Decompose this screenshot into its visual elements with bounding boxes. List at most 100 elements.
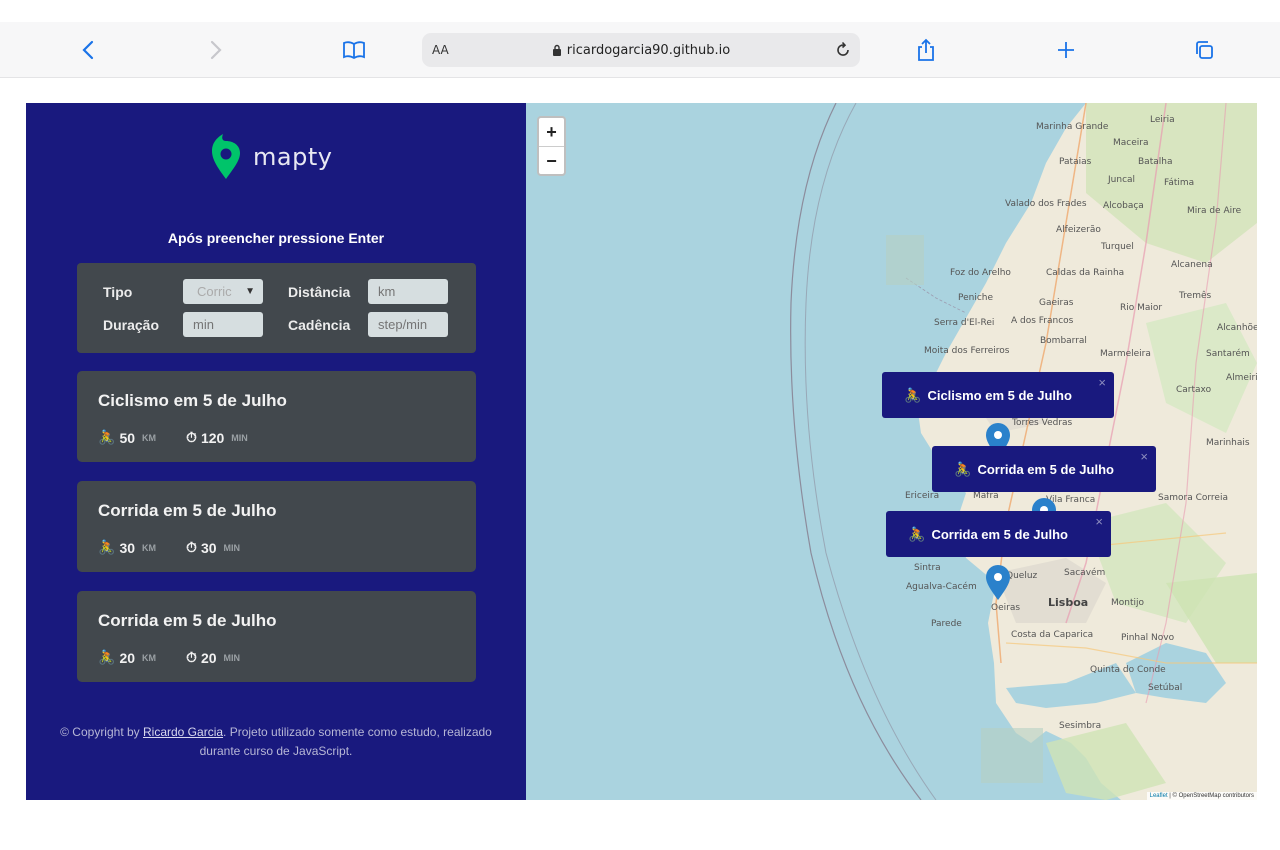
- map-label: Leiria: [1150, 115, 1175, 125]
- map-label: Santarém: [1206, 349, 1250, 359]
- osm-attribution: | © OpenStreetMap contributors: [1167, 793, 1254, 799]
- map-popup[interactable]: 🚴 Ciclismo em 5 de Julho ×: [882, 372, 1114, 418]
- copyright-prefix: © Copyright by: [60, 725, 143, 739]
- duration-input[interactable]: [183, 312, 263, 337]
- map-label: Sesimbra: [1059, 721, 1102, 731]
- map-label: Parede: [931, 619, 962, 629]
- type-select[interactable]: Corric ▼: [183, 279, 263, 304]
- map-attribution: Leaflet | © OpenStreetMap contributors: [1146, 792, 1257, 800]
- share-icon[interactable]: [908, 22, 944, 78]
- map-label: Gaeiras: [1039, 298, 1074, 308]
- reload-icon[interactable]: [834, 33, 852, 67]
- map-label: Alcanhões: [1217, 323, 1257, 333]
- copyright: © Copyright by Ricardo Garcia. Projeto u…: [56, 723, 496, 761]
- workout-distance: 30: [119, 539, 136, 556]
- map-label: Serra d'El-Rei: [934, 318, 995, 328]
- lock-icon: [552, 44, 561, 56]
- duration-unit: MIN: [231, 432, 248, 443]
- back-icon[interactable]: [70, 22, 106, 78]
- address-bar[interactable]: AA ricardogarcia90.github.io: [422, 33, 860, 67]
- map-label: Costa da Caparica: [1011, 630, 1094, 640]
- distance-input[interactable]: [368, 279, 448, 304]
- map-label: Caldas da Rainha: [1046, 268, 1125, 278]
- map-label: Bombarral: [1040, 336, 1087, 346]
- type-select-value: Corric: [197, 284, 232, 299]
- map-label: Marinhais: [1206, 438, 1250, 448]
- zoom-out-button[interactable]: −: [539, 146, 564, 174]
- map-label: Fátima: [1164, 178, 1195, 188]
- map-label: Torres Vedras: [1012, 418, 1073, 428]
- zoom-control: + −: [537, 116, 566, 176]
- close-icon[interactable]: ×: [1095, 514, 1103, 529]
- map-pin-logo-icon: [212, 134, 240, 179]
- copyright-suffix: . Projeto utilizado somente como estudo,…: [199, 725, 492, 758]
- workout-distance: 50: [119, 429, 136, 446]
- tabs-icon[interactable]: [1186, 22, 1222, 78]
- cadence-input[interactable]: [368, 312, 448, 337]
- map-label: Almeirim: [1226, 373, 1257, 383]
- map-label: Turquel: [1101, 242, 1134, 252]
- workout-title: Corrida em 5 de Julho: [98, 501, 277, 520]
- map-popup[interactable]: 🚴 Corrida em 5 de Julho ×: [932, 446, 1156, 492]
- map-label: Oeiras: [991, 603, 1021, 613]
- duration-unit: MIN: [223, 652, 241, 663]
- stopwatch-icon: ⏱: [186, 539, 197, 555]
- workout-distance: 20: [119, 649, 136, 666]
- distance-unit: KM: [142, 652, 157, 663]
- form-hint: Após preencher pressione Enter: [167, 230, 385, 246]
- distance-label: Distância: [288, 284, 351, 300]
- map-label: Alcanena: [1171, 260, 1213, 270]
- map-label: Alfeizerão: [1056, 225, 1101, 235]
- zoom-in-button[interactable]: +: [539, 118, 564, 146]
- workout-card[interactable]: Corrida em 5 de Julho 🚴 30 KM ⏱ 30 MIN: [77, 481, 476, 572]
- workout-title: Corrida em 5 de Julho: [98, 611, 277, 630]
- map-label: Lisboa: [1048, 596, 1089, 609]
- map-label: Quinta do Conde: [1090, 665, 1166, 675]
- map-label: Rio Maior: [1120, 303, 1163, 313]
- map-label: Montijo: [1111, 598, 1145, 608]
- map-label: Peniche: [958, 293, 994, 303]
- new-tab-icon[interactable]: [1048, 22, 1084, 78]
- map-label: Juncal: [1108, 175, 1136, 185]
- map[interactable]: Leiria Marinha Grande Maceira Pataias Ba…: [526, 103, 1257, 800]
- map-popup[interactable]: 🚴 Corrida em 5 de Julho ×: [886, 511, 1111, 557]
- popup-label: Corrida em 5 de Julho: [977, 461, 1114, 477]
- forward-icon[interactable]: [198, 22, 234, 78]
- duration-label: Duração: [103, 317, 160, 333]
- map-label: Tremês: [1179, 291, 1212, 301]
- map-label: Pinhal Novo: [1121, 633, 1175, 643]
- map-label: Mira de Aire: [1187, 206, 1242, 216]
- bookmarks-icon[interactable]: [336, 22, 372, 78]
- map-label: Marinha Grande: [1036, 122, 1109, 132]
- close-icon[interactable]: ×: [1098, 375, 1106, 390]
- workout-duration: 20: [200, 649, 217, 666]
- workout-card[interactable]: Corrida em 5 de Julho 🚴 20 KM ⏱ 20 MIN: [77, 591, 476, 682]
- map-label: Valado dos Frades: [1005, 199, 1087, 209]
- workout-card[interactable]: Ciclismo em 5 de Julho 🚴 50 KM ⏱ 120 MIN: [77, 371, 476, 462]
- cyclist-icon: 🚴: [904, 386, 922, 403]
- url-text: ricardogarcia90.github.io: [566, 42, 731, 58]
- sidebar: mapty Após preencher pressione Enter Tip…: [26, 103, 526, 800]
- cyclist-icon: 🚴: [98, 539, 116, 555]
- chevron-down-icon: ▼: [245, 286, 255, 297]
- map-label: Batalha: [1138, 157, 1173, 167]
- map-label: Pataias: [1059, 157, 1092, 167]
- map-label: Moita dos Ferreiros: [924, 346, 1010, 356]
- workout-title: Ciclismo em 5 de Julho: [98, 391, 287, 410]
- distance-unit: KM: [142, 432, 157, 443]
- map-label: A dos Francos: [1011, 316, 1074, 326]
- distance-unit: KM: [142, 542, 157, 553]
- popup-label: Corrida em 5 de Julho: [931, 526, 1068, 542]
- author-link[interactable]: Ricardo Garcia: [143, 725, 223, 739]
- workout-duration: 120: [200, 429, 225, 446]
- leaflet-link[interactable]: Leaflet: [1150, 793, 1168, 799]
- stopwatch-icon: ⏱: [186, 649, 197, 665]
- map-label: Sintra: [914, 563, 941, 573]
- cyclist-icon: 🚴: [954, 460, 972, 477]
- map-marker[interactable]: [985, 565, 1011, 601]
- map-label: Maceira: [1113, 138, 1149, 148]
- map-label: Foz do Arelho: [950, 268, 1011, 278]
- workout-duration: 30: [200, 539, 217, 556]
- workout-form: Tipo Corric ▼ Distância Duração Cadência: [77, 263, 476, 353]
- close-icon[interactable]: ×: [1140, 449, 1148, 464]
